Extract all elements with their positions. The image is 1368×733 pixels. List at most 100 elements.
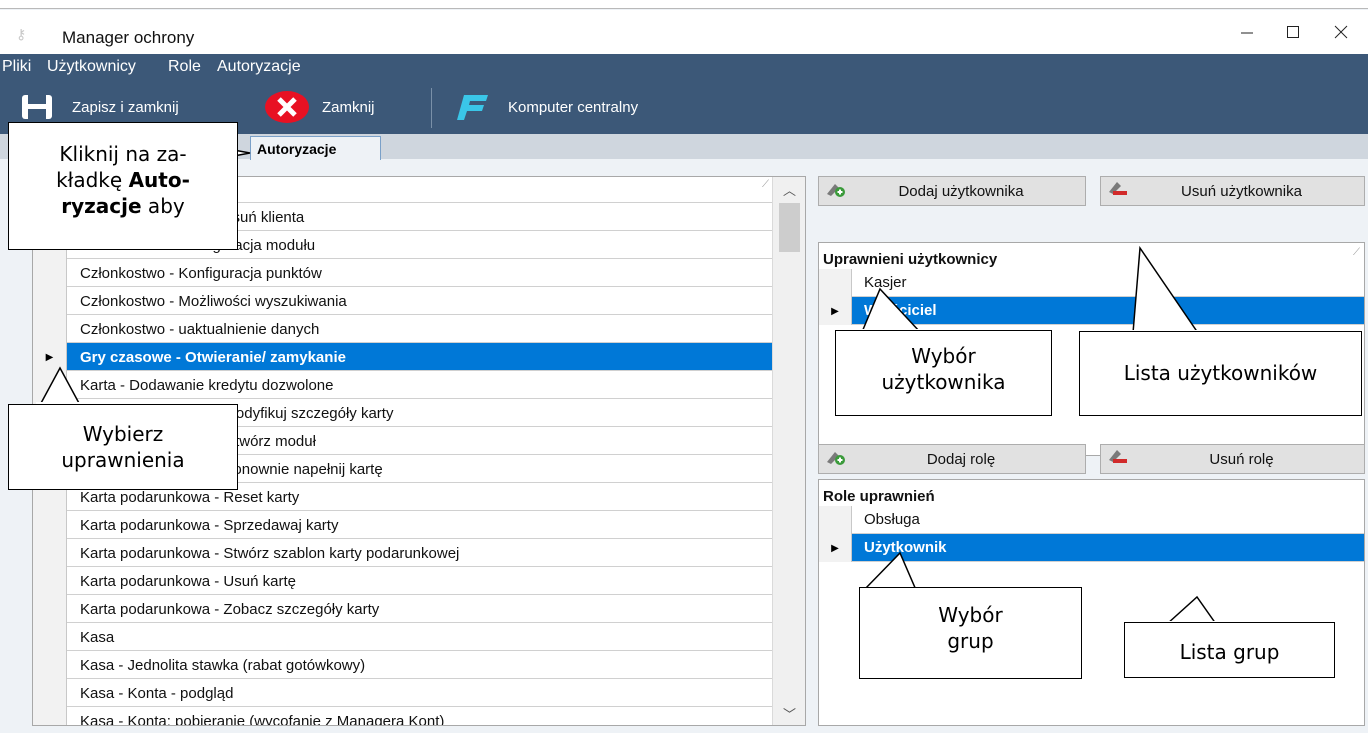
callout-tab-line2a: kładkę: [56, 168, 129, 192]
callout-group-list: Lista grup: [1124, 622, 1335, 678]
row-header[interactable]: [33, 315, 67, 343]
permission-row[interactable]: Kasa - Konta: pobieranie (wycofanie z Ma…: [33, 707, 773, 726]
row-header[interactable]: [33, 259, 67, 287]
permission-row[interactable]: Karta podarunkowa - Stwórz szablon karty…: [33, 539, 773, 567]
row-header[interactable]: ▶: [819, 297, 852, 325]
permission-row[interactable]: Karta podarunkowa - Usuń kartę: [33, 567, 773, 595]
close-window-button[interactable]: [1318, 16, 1364, 48]
save-disk-icon: [22, 95, 52, 119]
menu-uzytkownicy[interactable]: Użytkownicy: [47, 58, 136, 76]
permission-row[interactable]: Karta - Dodawanie kredytu dozwolone: [33, 371, 773, 399]
callout-user-choice: Wybór użytkownika: [835, 330, 1052, 416]
red-x-icon: [265, 91, 309, 123]
remove-user-label: Usuń użytkownika: [1181, 182, 1302, 200]
save-close-button[interactable]: Zapisz i zamknij: [20, 88, 179, 126]
role-row[interactable]: ▶ Użytkownik: [819, 534, 1364, 562]
resize-grip-icon: ⟋: [1353, 247, 1360, 258]
callout-tab-line1: Kliknij na za-: [59, 142, 187, 166]
minimize-icon: [1241, 32, 1253, 34]
permission-row[interactable]: Karta podarunkowa - Zobacz szczegóły kar…: [33, 595, 773, 623]
current-row-arrow-icon: ▶: [831, 305, 839, 317]
close-icon: [1334, 25, 1348, 39]
permission-row[interactable]: Członkostwo - Konfiguracja punktów: [33, 259, 773, 287]
current-row-arrow-icon: ▶: [831, 542, 839, 554]
add-role-button[interactable]: Dodaj rolę: [818, 444, 1086, 474]
user-row[interactable]: ▶ Właściciel: [819, 297, 1364, 325]
roles-header: Role uprawnień: [823, 488, 935, 505]
tab-autoryzacje[interactable]: Autoryzacje: [250, 136, 381, 160]
permission-row-label: Gry czasowe - Otwieranie/ zamykanie: [80, 349, 346, 366]
permission-row[interactable]: ▶ Gry czasowe - Otwieranie/ zamykanie: [33, 343, 773, 371]
save-close-label: Zapisz i zamknij: [72, 98, 179, 116]
top-edge: [0, 0, 1368, 9]
row-header[interactable]: [33, 539, 67, 567]
permission-row-label: Członkostwo - Możliwości wyszukiwania: [80, 293, 347, 310]
row-header[interactable]: [33, 567, 67, 595]
row-header[interactable]: [33, 511, 67, 539]
current-row-arrow-icon: ▶: [45, 351, 54, 363]
menu-bar: Pliki Użytkownicy Role Autoryzacje: [0, 54, 1368, 82]
row-header[interactable]: ▶: [819, 534, 852, 562]
permission-row[interactable]: Kasa: [33, 623, 773, 651]
title-bar: ⚷ Manager ochrony: [0, 10, 1368, 54]
permission-row[interactable]: Kasa - Jednolita stawka (rabat gotówkowy…: [33, 651, 773, 679]
row-header[interactable]: [33, 623, 67, 651]
row-header[interactable]: [819, 269, 852, 297]
permission-row-label: Kasa - Konta: pobieranie (wycofanie z Ma…: [80, 713, 445, 726]
central-f-icon: [457, 95, 488, 120]
row-header[interactable]: [33, 371, 67, 399]
permission-row-label: Członkostwo - uaktualnienie danych: [80, 321, 320, 338]
row-header[interactable]: [33, 707, 67, 725]
menu-role[interactable]: Role: [168, 58, 201, 76]
permission-row[interactable]: Członkostwo - Możliwości wyszukiwania: [33, 287, 773, 315]
row-header[interactable]: [819, 506, 852, 534]
permission-row[interactable]: Karta podarunkowa - Sprzedawaj karty: [33, 511, 773, 539]
scroll-down-arrow-icon[interactable]: ﹀: [773, 703, 805, 723]
row-header[interactable]: [33, 679, 67, 707]
remove-user-button[interactable]: Usuń użytkownika: [1100, 176, 1365, 206]
permission-row-label: Karta podarunkowa - Reset karty: [80, 489, 300, 506]
user-row-label: Właściciel: [864, 302, 937, 319]
window-title: Manager ochrony: [62, 28, 195, 47]
callout-group-choice: Wybór grup: [859, 587, 1082, 679]
minimize-button[interactable]: [1224, 16, 1270, 48]
add-user-label: Dodaj użytkownika: [898, 182, 1024, 200]
permission-row-label: Karta podarunkowa - Zobacz szczegóły kar…: [80, 601, 380, 618]
add-role-icon: [819, 448, 853, 471]
remove-role-icon: [1101, 448, 1135, 471]
permission-row[interactable]: Kasa - Konta - podgląd: [33, 679, 773, 707]
user-row-label: Kasjer: [864, 274, 907, 291]
row-header[interactable]: [33, 595, 67, 623]
menu-autoryzacje[interactable]: Autoryzacje: [217, 58, 301, 76]
menu-pliki[interactable]: Pliki: [2, 58, 31, 76]
role-row-label: Obsługa: [864, 511, 920, 528]
callout-tab-line3a: ryzacje: [61, 194, 142, 218]
remove-role-button[interactable]: Usuń rolę: [1100, 444, 1365, 474]
maximize-button[interactable]: [1270, 16, 1316, 48]
callout-tab-line2b: Auto-: [128, 168, 190, 192]
permission-row[interactable]: Członkostwo - uaktualnienie danych: [33, 315, 773, 343]
add-user-button[interactable]: Dodaj użytkownika: [818, 176, 1086, 206]
permission-row-label: Karta podarunkowa - Sprzedawaj karty: [80, 517, 339, 534]
row-header[interactable]: [33, 287, 67, 315]
permission-row-label: Kasa - Konta - podgląd: [80, 685, 234, 702]
remove-role-label: Usuń rolę: [1209, 450, 1274, 468]
permission-row-label: Karta podarunkowa - Stwórz szablon karty…: [80, 545, 460, 562]
scroll-up-arrow-icon[interactable]: ︿: [773, 179, 805, 199]
key-icon: ⚷: [16, 26, 27, 42]
scroll-thumb[interactable]: [779, 203, 800, 252]
role-row[interactable]: Obsługa: [819, 506, 1364, 534]
permission-row-label: Kasa - Jednolita stawka (rabat gotówkowy…: [80, 657, 366, 674]
close-label: Zamknij: [322, 98, 375, 116]
vertical-scrollbar[interactable]: ︿ ﹀: [772, 177, 805, 725]
close-button[interactable]: Zamknij: [264, 88, 375, 126]
callout-tab-line3b: aby: [141, 194, 185, 218]
resize-grip-icon: ⟋: [762, 179, 769, 190]
remove-user-icon: [1101, 180, 1135, 203]
callout-user-list: Lista użytkowników: [1079, 331, 1362, 416]
central-label: Komputer centralny: [508, 98, 639, 116]
row-header[interactable]: [33, 651, 67, 679]
row-header[interactable]: ▶: [33, 343, 67, 371]
central-computer-button[interactable]: Komputer centralny: [456, 88, 638, 126]
user-row[interactable]: Kasjer: [819, 269, 1364, 297]
